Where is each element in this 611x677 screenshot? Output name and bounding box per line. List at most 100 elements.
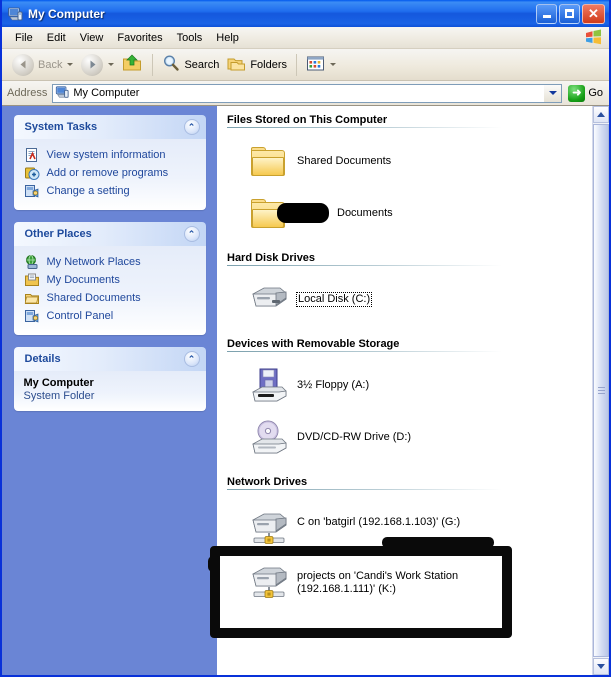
menu-item-tools[interactable]: Tools [170, 30, 210, 46]
section-divider [227, 489, 502, 490]
add-remove-programs-icon [24, 165, 40, 181]
go-label: Go [588, 87, 603, 99]
optical-drive-icon [247, 418, 291, 458]
window-body: System Tasks ⌃ View system information A… [2, 106, 609, 675]
my-computer-window: My Computer ✕ File Edit View Favorites T… [0, 0, 611, 677]
panel-details: Details ⌃ My Computer System Folder [13, 347, 206, 411]
network-drive-icon [247, 562, 291, 602]
menu-item-file[interactable]: File [8, 30, 40, 46]
section-removable-storage: Devices with Removable Storage 3½ Floppy… [227, 338, 609, 458]
sidebar-item-shared-documents[interactable]: Shared Documents [24, 290, 198, 306]
list-item-local-disk-c[interactable]: Local Disk (C:) [227, 280, 609, 320]
section-divider [227, 351, 502, 352]
list-item-user-documents[interactable]: Documents [227, 194, 609, 234]
section-files-stored: Files Stored on This Computer Shared Doc… [227, 114, 609, 234]
close-button[interactable]: ✕ [582, 3, 605, 24]
sidebar-item-add-or-remove-programs[interactable]: Add or remove programs [24, 165, 198, 181]
panel-header-other-places[interactable]: Other Places ⌃ [13, 222, 206, 246]
section-hard-disk-drives: Hard Disk Drives Local Disk (C:) [227, 252, 609, 320]
panel-header-system-tasks[interactable]: System Tasks ⌃ [13, 115, 206, 139]
up-folder-icon [122, 53, 143, 76]
search-icon [162, 54, 180, 75]
details-type: System Folder [23, 390, 95, 402]
maximize-button[interactable] [559, 3, 580, 24]
list-item-label: Local Disk (C:) [295, 292, 373, 307]
window-controls: ✕ [536, 3, 605, 24]
task-pane: System Tasks ⌃ View system information A… [2, 106, 217, 675]
section-heading: Hard Disk Drives [227, 252, 316, 264]
hand-drawn-black-rectangle-top-segment [382, 537, 494, 548]
panel-title: Details [24, 353, 61, 365]
panel-other-places: Other Places ⌃ My Network Places My Docu… [13, 222, 206, 335]
chevron-up-icon[interactable]: ⌃ [183, 119, 200, 135]
hand-drawn-black-rectangle-corner [208, 556, 220, 572]
file-list-pane: Files Stored on This Computer Shared Doc… [217, 106, 609, 675]
views-dropdown-icon[interactable] [330, 63, 337, 66]
minimize-button[interactable] [536, 3, 557, 24]
scroll-down-icon[interactable] [593, 658, 609, 675]
network-drive-icon [247, 508, 291, 548]
address-bar: Address My Computer ➜ Go [2, 81, 609, 106]
address-label: Address [7, 87, 48, 99]
network-places-icon [24, 254, 40, 270]
vertical-scrollbar[interactable] [592, 106, 609, 675]
search-button[interactable]: Search [158, 52, 223, 77]
sidebar-item-label: Add or remove programs [46, 167, 169, 179]
menu-item-view[interactable]: View [73, 30, 111, 46]
sidebar-item-my-network-places[interactable]: My Network Places [24, 254, 198, 270]
sidebar-item-label: Control Panel [46, 310, 114, 322]
my-computer-icon [55, 85, 69, 102]
section-heading: Network Drives [227, 476, 308, 488]
section-heading: Devices with Removable Storage [227, 338, 400, 350]
forward-dropdown-icon[interactable] [108, 63, 115, 66]
panel-body-other-places: My Network Places My Documents Shared Do… [13, 246, 206, 335]
scroll-up-icon[interactable] [593, 106, 609, 123]
green-arrow-icon: ➜ [568, 84, 586, 102]
toolbar-separator [152, 53, 154, 76]
sidebar-item-my-documents[interactable]: My Documents [24, 272, 198, 288]
chevron-up-icon[interactable]: ⌃ [183, 351, 200, 367]
sidebar-item-view-system-information[interactable]: View system information [24, 147, 198, 163]
list-item-label: C on 'batgirl (192.168.1.103)' (G:) [297, 516, 461, 528]
list-item-network-drive-k[interactable]: projects on 'Candi's Work Station (192.1… [227, 562, 609, 602]
details-name: My Computer [23, 377, 94, 389]
panel-body-details: My Computer System Folder [13, 371, 206, 411]
menu-bar: File Edit View Favorites Tools Help [2, 27, 609, 49]
panel-title: Other Places [24, 228, 92, 240]
folders-label: Folders [250, 58, 288, 71]
up-button[interactable] [118, 51, 147, 78]
sidebar-item-control-panel[interactable]: Control Panel [24, 308, 198, 324]
menu-item-help[interactable]: Help [209, 30, 246, 46]
folders-button[interactable]: Folders [223, 53, 291, 77]
folder-icon [247, 142, 291, 182]
control-panel-icon [24, 183, 40, 199]
window-title: My Computer [28, 6, 105, 21]
back-button[interactable]: Back [8, 52, 77, 78]
back-label: Back [38, 58, 63, 71]
views-button[interactable] [302, 53, 340, 77]
sidebar-item-change-a-setting[interactable]: Change a setting [24, 183, 198, 199]
menu-item-edit[interactable]: Edit [40, 30, 73, 46]
list-item-label: Shared Documents [297, 155, 392, 167]
my-computer-icon [7, 6, 23, 22]
panel-header-details[interactable]: Details ⌃ [13, 347, 206, 371]
address-input[interactable]: My Computer [52, 83, 563, 103]
back-dropdown-icon[interactable] [67, 63, 74, 66]
panel-body-system-tasks: View system information Add or remove pr… [13, 139, 206, 210]
chevron-up-icon[interactable]: ⌃ [183, 226, 200, 242]
list-item-label-wrap: Local Disk (C:) [295, 280, 373, 307]
panel-title: System Tasks [24, 121, 98, 133]
forward-arrow-icon [81, 53, 104, 76]
address-dropdown-button[interactable] [544, 84, 562, 102]
list-item-floppy-a[interactable]: 3½ Floppy (A:) [227, 366, 609, 406]
hard-drive-icon [247, 280, 291, 320]
sidebar-item-label: Change a setting [46, 185, 130, 197]
scrollbar-thumb[interactable] [593, 124, 609, 657]
list-item-dvd-drive-d[interactable]: DVD/CD-RW Drive (D:) [227, 418, 609, 458]
list-item-shared-documents[interactable]: Shared Documents [227, 142, 609, 182]
forward-button[interactable] [77, 52, 118, 78]
go-button[interactable]: ➜ Go [568, 84, 603, 102]
windows-flag-icon [584, 29, 603, 46]
sidebar-item-label: My Network Places [46, 256, 141, 268]
menu-item-favorites[interactable]: Favorites [110, 30, 169, 46]
